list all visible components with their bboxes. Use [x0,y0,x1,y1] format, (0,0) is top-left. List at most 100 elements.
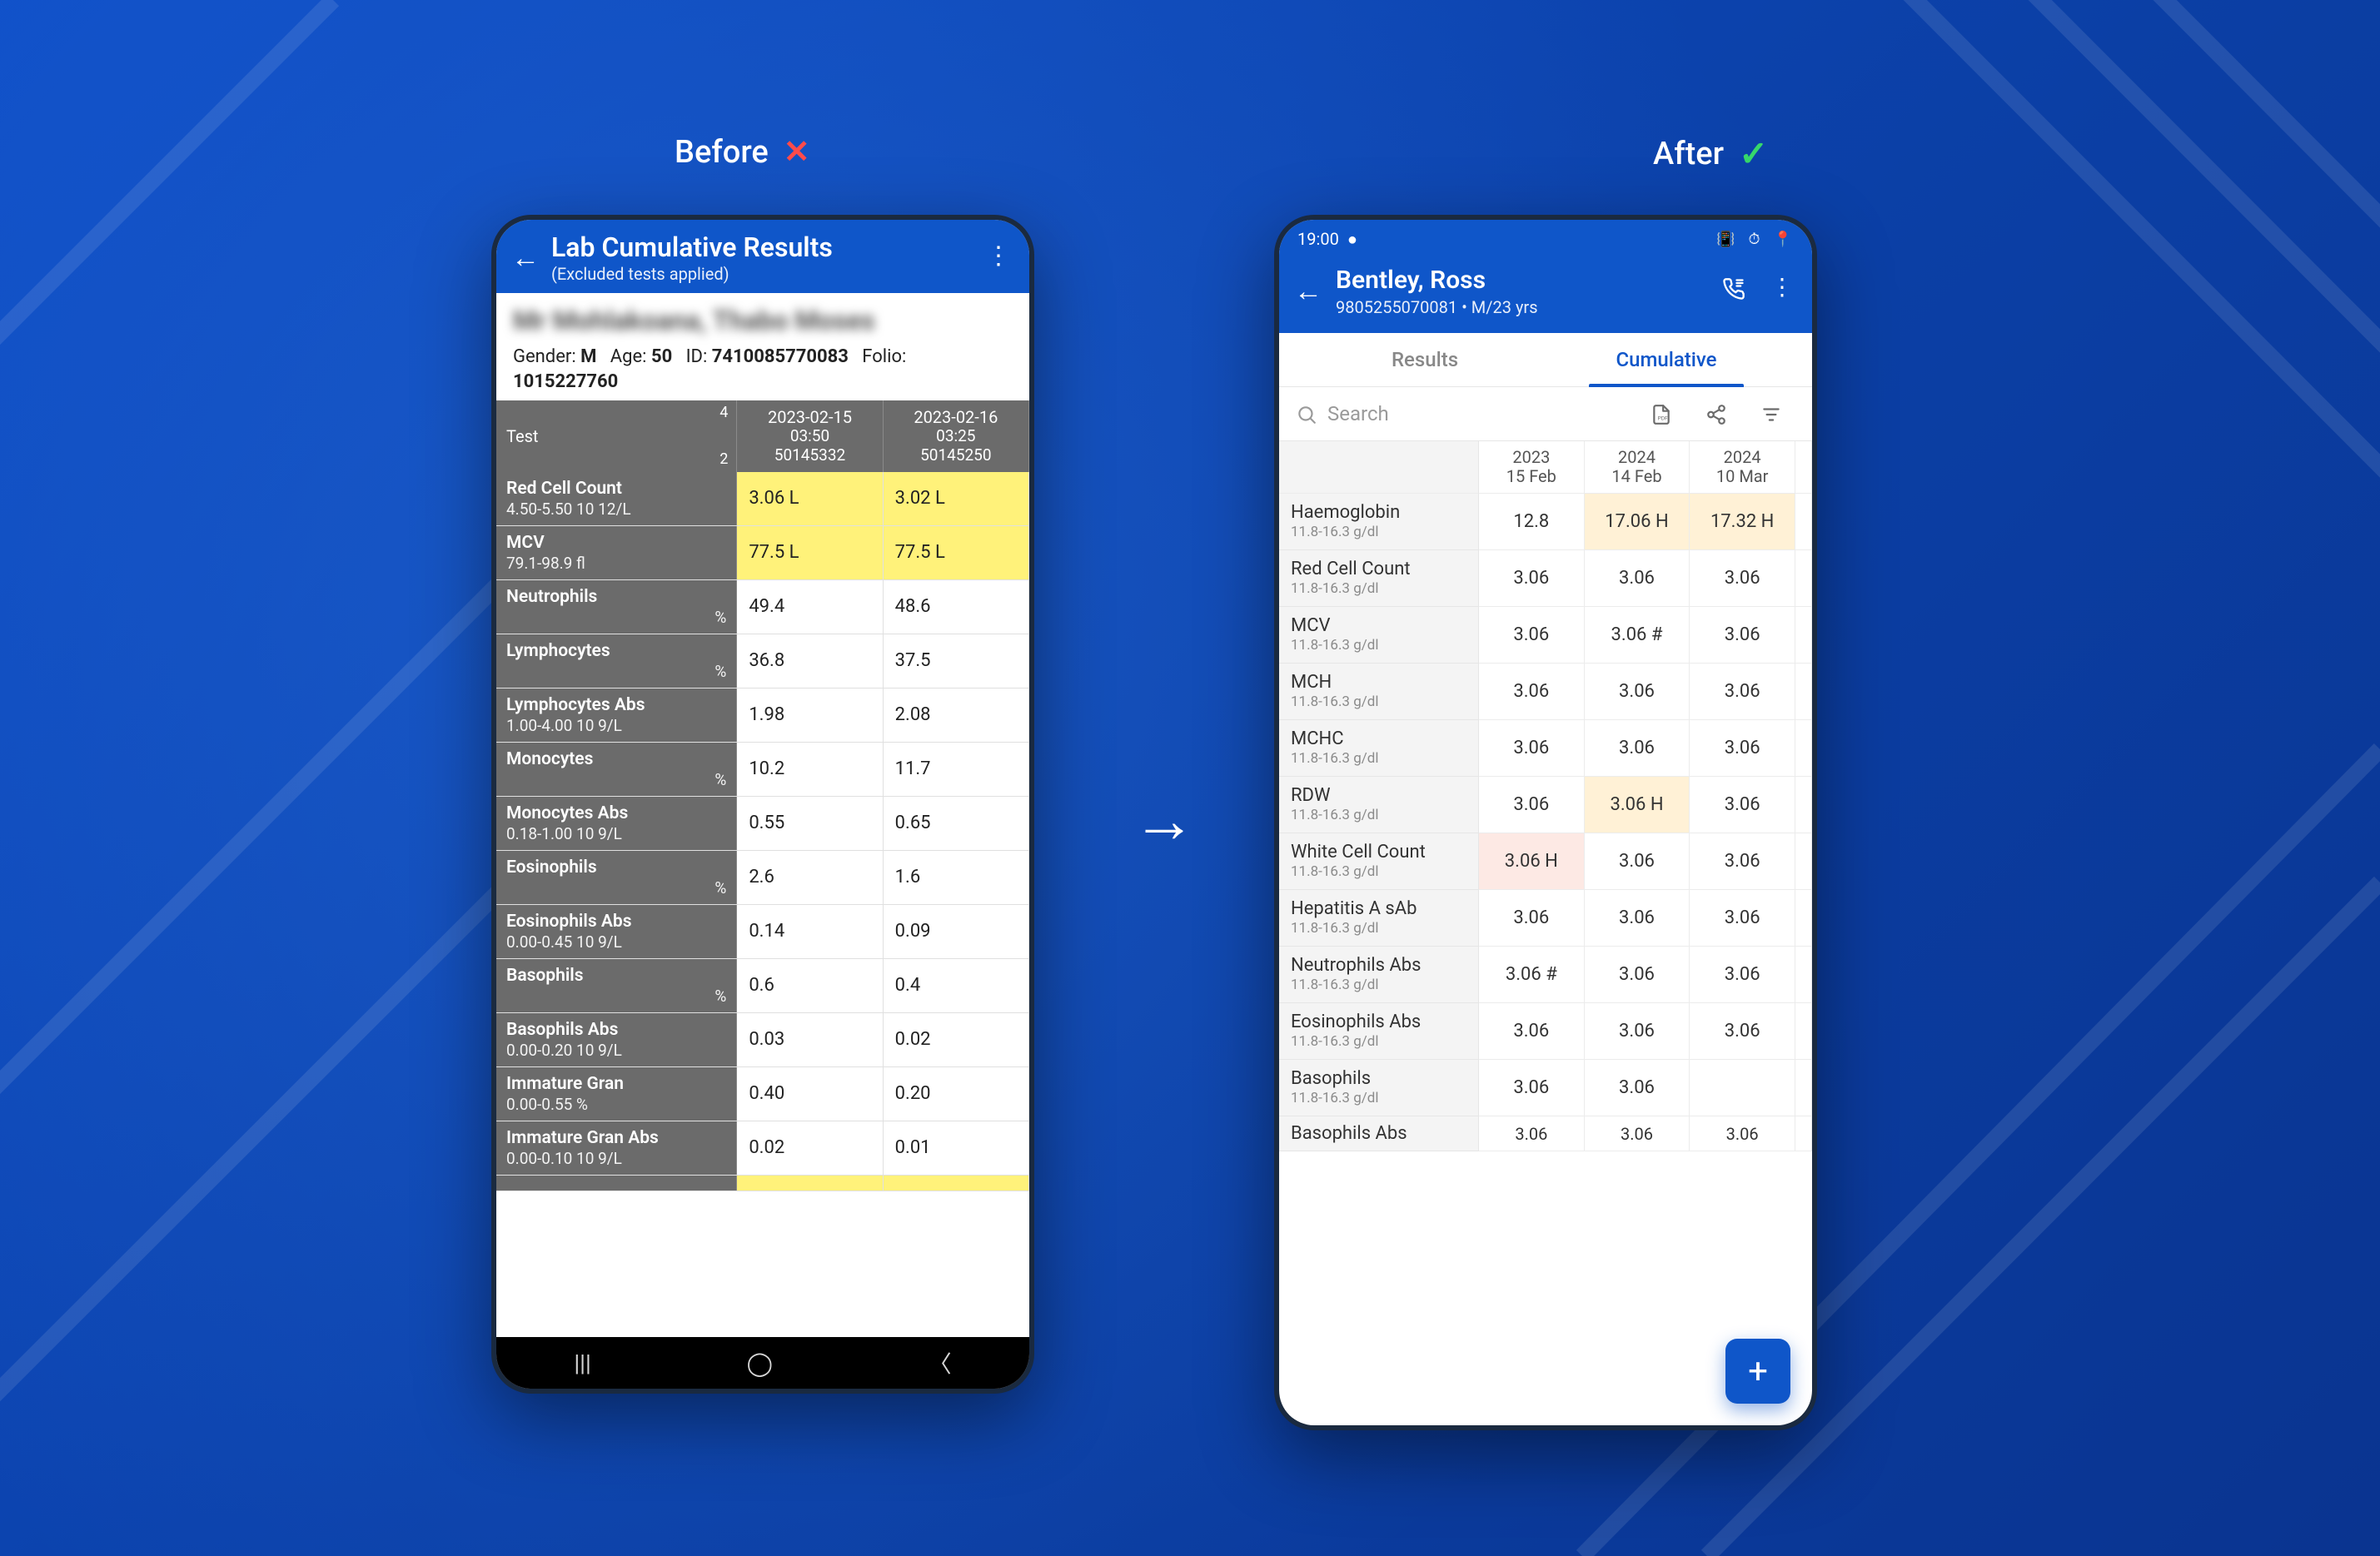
test-range: 0.00-0.10 10 9/L [506,1150,726,1168]
value-cell: 3.06 [1690,720,1795,777]
after-col-1[interactable]: 2023 15 Feb [1479,441,1585,494]
value-cell: 3.06 [1690,833,1795,890]
test-name: Lymphocytes [506,641,726,661]
value-cell: 0.40 [737,1067,883,1121]
table-row[interactable]: Eosinophils Abs0.00-0.45 10 9/L0.140.09 [496,905,1029,959]
table-row[interactable]: Immature Gran Abs0.00-0.10 10 9/L0.020.0… [496,1121,1029,1176]
before-col-2[interactable]: 2023-02-16 03:25 50145250 [884,400,1029,472]
value-cell: 3.06 [1479,607,1585,664]
notification-dot-icon: ● [1347,229,1357,250]
test-range: 11.8-16.3 g/dl [1291,1091,1466,1107]
table-row[interactable]: Red Cell Count11.8-16.3 g/dl3.063.063.06 [1279,550,1812,607]
table-row[interactable]: Red Cell Count4.50-5.50 10 12/L3.06 L3.0… [496,472,1029,526]
phone-after: 19:00 ● 📳 ⏱ 📍 ← Bentley, Ross 9805255070… [1274,215,1817,1430]
status-bar: 19:00 ● 📳 ⏱ 📍 [1279,220,1812,258]
test-range: 11.8-16.3 g/dl [1291,638,1466,654]
fab-add-button[interactable]: + [1725,1339,1790,1404]
value-cell-peek [1795,1060,1812,1116]
value-cell: 0.6 [737,959,883,1012]
search-icon [1296,401,1317,426]
value-cell: 3.06 [1479,890,1585,947]
value-cell: 3.06 [1585,947,1690,1003]
after-col-peek[interactable] [1795,441,1812,494]
test-range: % [506,663,726,681]
value-cell-peek [1795,833,1812,890]
test-name: Eosinophils Abs [1291,1012,1466,1032]
after-text: After [1653,136,1724,172]
after-col-2[interactable]: 2024 14 Feb [1585,441,1690,494]
value-cell [1690,1060,1795,1116]
table-row[interactable]: Monocytes%10.211.7 [496,743,1029,797]
table-row[interactable]: Hepatitis A sAb11.8-16.3 g/dl3.063.063.0… [1279,890,1812,947]
home-button[interactable]: ◯ [747,1350,773,1377]
search-placeholder: Search [1327,402,1389,425]
value-cell: 0.20 [884,1067,1029,1121]
phone-before: ← Lab Cumulative Results (Excluded tests… [491,215,1034,1394]
table-row[interactable]: RDW11.8-16.3 g/dl3.063.06 H3.06 [1279,777,1812,833]
before-patient-meta: Gender: M Age: 50 ID: 7410085770083 Foli… [513,345,1013,394]
tab-cumulative[interactable]: Cumulative [1546,333,1787,386]
test-name: Red Cell Count [506,479,726,499]
table-row[interactable]: Immature Gran0.00-0.55 %0.400.20 [496,1067,1029,1121]
value-cell-peek [1795,1003,1812,1060]
test-range: 4.50-5.50 10 12/L [506,500,726,519]
table-row[interactable]: Basophils%0.60.4 [496,959,1029,1013]
back-button[interactable]: ← [511,241,540,275]
after-label: After ✓ [1653,133,1768,175]
location-icon: 📍 [1774,231,1794,248]
table-row[interactable]: MCV11.8-16.3 g/dl3.063.06 #3.06 [1279,607,1812,664]
more-button[interactable]: ⋮ [986,241,1011,271]
table-row[interactable]: Basophils Abs3.063.063.06 [1279,1116,1812,1151]
tab-results[interactable]: Results [1304,333,1546,386]
table-row[interactable]: Basophils Abs0.00-0.20 10 9/L0.030.02 [496,1013,1029,1067]
table-row[interactable]: Neutrophils Abs11.8-16.3 g/dl3.06 #3.063… [1279,947,1812,1003]
back-nav-button[interactable]: 〈 [929,1346,952,1380]
before-appbar: ← Lab Cumulative Results (Excluded tests… [496,220,1029,293]
value-cell: 3.06 [1690,550,1795,607]
value-cell: 3.06 [1690,777,1795,833]
test-range: 0.00-0.45 10 9/L [506,933,726,952]
before-col-1[interactable]: 2023-02-15 03:50 50145332 [737,400,883,472]
call-icon[interactable] [1722,273,1745,301]
table-row[interactable]: MCH11.8-16.3 g/dl3.063.063.06 [1279,664,1812,720]
back-button[interactable]: ← [1294,275,1322,308]
test-name: Red Cell Count [1291,559,1466,579]
value-cell-peek [1795,1116,1812,1151]
test-name: White Cell Count [1291,842,1466,863]
value-cell: 17.32 H [1690,494,1795,550]
table-row[interactable]: Haemoglobin11.8-16.3 g/dl12.817.06 H17.3… [1279,494,1812,550]
test-range: 11.8-16.3 g/dl [1291,808,1466,824]
value-cell: 0.02 [884,1013,1029,1066]
test-range: % [506,609,726,627]
table-row[interactable]: Eosinophils Abs11.8-16.3 g/dl3.063.063.0… [1279,1003,1812,1060]
search-input[interactable]: Search [1296,401,1642,426]
pdf-icon[interactable]: PDF [1651,401,1672,426]
table-row[interactable]: Eosinophils%2.61.6 [496,851,1029,905]
test-range: % [506,879,726,897]
filter-icon[interactable] [1760,401,1782,426]
after-col-test [1279,441,1479,494]
table-row[interactable]: Monocytes Abs0.18-1.00 10 9/L0.550.65 [496,797,1029,851]
before-appbar-title: Lab Cumulative Results [551,232,833,263]
test-name: Immature Gran Abs [506,1128,726,1148]
table-row[interactable]: MCV79.1-98.9 fl77.5 L77.5 L [496,526,1029,580]
value-cell: 11.7 [884,743,1029,796]
share-icon[interactable] [1705,401,1727,426]
value-cell: 3.06 [1585,1060,1690,1116]
before-text: Before [675,134,769,171]
table-row[interactable]: Basophils11.8-16.3 g/dl3.063.06 [1279,1060,1812,1116]
recents-button[interactable]: ||| [574,1350,591,1377]
android-navbar: ||| ◯ 〈 [496,1337,1029,1389]
table-row[interactable]: Neutrophils%49.448.6 [496,580,1029,634]
before-appbar-subtitle: (Excluded tests applied) [551,265,833,284]
table-row[interactable]: White Cell Count11.8-16.3 g/dl3.06 H3.06… [1279,833,1812,890]
value-cell-peek [1795,664,1812,720]
table-row[interactable]: Lymphocytes%36.837.5 [496,634,1029,689]
table-row[interactable]: Lymphocytes Abs1.00-4.00 10 9/L1.982.08 [496,689,1029,743]
table-row[interactable]: MCHC11.8-16.3 g/dl3.063.063.06 [1279,720,1812,777]
value-cell: 3.06 [1479,720,1585,777]
value-cell: 3.06 [1585,1116,1690,1151]
value-cell: 17.06 H [1585,494,1690,550]
after-col-3[interactable]: 2024 10 Mar [1690,441,1795,494]
more-button[interactable]: ⋮ [1770,273,1794,301]
